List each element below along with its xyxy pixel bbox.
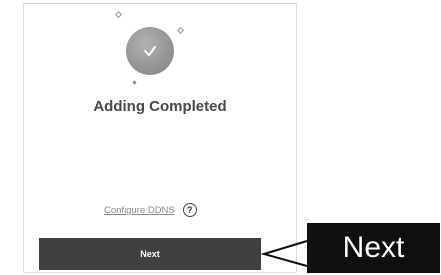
next-callout-label: Next — [307, 223, 440, 273]
callout-pointer-line — [260, 240, 308, 267]
